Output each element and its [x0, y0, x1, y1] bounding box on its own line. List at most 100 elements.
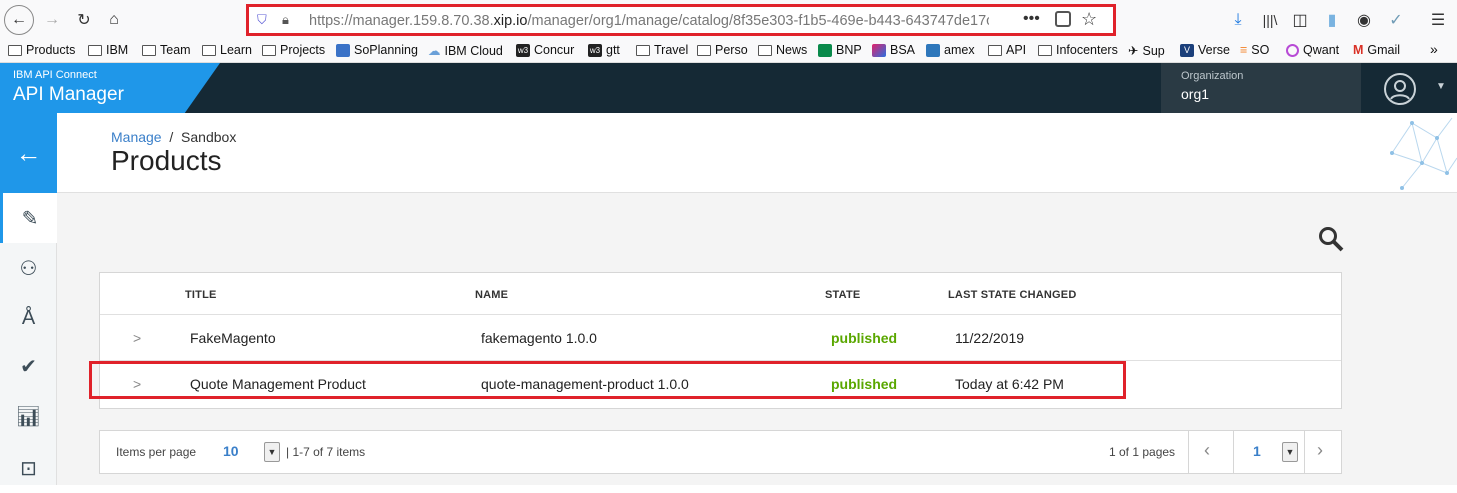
table-row[interactable]: > FakeMagento fakemagento 1.0.0 publishe… — [100, 314, 1341, 360]
folder-icon — [202, 44, 216, 56]
nav-resources-icon[interactable]: ⊡ — [0, 443, 57, 493]
items-per-page-label: Items per page — [116, 445, 197, 459]
nav-analytics-icon[interactable]: 📊︎ — [0, 391, 57, 441]
folder-icon — [142, 44, 156, 56]
bookmark-label: Travel — [654, 43, 689, 57]
bookmark-bsa[interactable]: BSA — [872, 43, 915, 57]
next-page-icon[interactable]: › — [1317, 440, 1323, 461]
chevron-right-icon[interactable]: > — [133, 330, 141, 346]
bookmark-amex[interactable]: amex — [926, 43, 975, 57]
reload-icon[interactable]: ↻ — [72, 8, 96, 32]
product-name: quote-management-product 1.0.0 — [481, 376, 689, 392]
chevron-down-icon[interactable]: ▼ — [1436, 81, 1446, 92]
column-header-name[interactable]: NAME — [475, 289, 508, 301]
product-name: fakemagento 1.0.0 — [481, 330, 597, 346]
items-per-page-value[interactable]: 10 — [223, 443, 239, 459]
bookmark-label: Perso — [715, 43, 748, 57]
bookmark-gmail[interactable]: M Gmail — [1353, 43, 1400, 57]
bookmark-label: API — [1006, 43, 1027, 57]
bookmarks-overflow-button[interactable]: » — [1430, 41, 1438, 57]
extension-v-icon[interactable]: ✓ — [1384, 8, 1408, 32]
lock-icon: 🔒︎ — [282, 12, 289, 27]
bookmark-label: gtt — [606, 43, 620, 57]
current-page-value[interactable]: 1 — [1253, 443, 1261, 459]
bookmark-travel[interactable]: Travel — [636, 43, 688, 57]
nav-tasks-icon[interactable]: ✔ — [0, 341, 57, 391]
chevron-right-icon[interactable]: > — [133, 376, 141, 392]
bookmark-label: Infocenters — [1056, 43, 1118, 57]
user-menu[interactable]: ▼ — [1366, 63, 1457, 113]
column-header-last-state-changed[interactable]: LAST STATE CHANGED — [948, 289, 1076, 301]
verse-icon: V — [1180, 43, 1194, 57]
folder-icon — [988, 44, 1002, 56]
folder-icon — [8, 44, 22, 56]
gmail-icon: M — [1353, 43, 1364, 57]
url-bar[interactable]: ⛉ 🔒︎ https://manager.159.8.70.38.xip.io/… — [246, 4, 1116, 36]
folder-icon — [262, 44, 276, 56]
app-header: IBM API Connect API Manager Organization… — [0, 63, 1457, 113]
organization-value: org1 — [1181, 86, 1210, 102]
back-nav-button[interactable]: ← — [0, 113, 57, 193]
library-icon[interactable]: |||\ — [1258, 8, 1282, 32]
page-actions-icon[interactable]: ••• — [1023, 10, 1040, 28]
bookmark-projects[interactable]: Projects — [262, 43, 325, 57]
bookmark-products[interactable]: Products — [8, 43, 75, 57]
folder-icon — [88, 44, 102, 56]
pocket-icon[interactable] — [1055, 11, 1071, 27]
bookmark-learn[interactable]: Learn — [202, 43, 252, 57]
w3-icon: w3 — [588, 43, 602, 57]
column-header-state[interactable]: STATE — [825, 289, 860, 301]
bookmark-label: IBM — [106, 43, 129, 57]
bookmark-label: BSA — [890, 43, 916, 57]
search-icon[interactable] — [1317, 225, 1345, 253]
nav-develop-icon[interactable]: Å — [0, 293, 57, 343]
bookmark-so[interactable]: ≡ SO — [1240, 43, 1269, 57]
product-last-changed: Today at 6:42 PM — [955, 376, 1064, 392]
bookmark-label: Sup — [1142, 43, 1165, 58]
brand[interactable]: IBM API Connect API Manager — [0, 63, 220, 113]
bookmark-ibm-cloud[interactable]: ☁ IBM Cloud — [428, 43, 503, 59]
pages-text: 1 of 1 pages — [1109, 445, 1176, 459]
bookmark-perso[interactable]: Perso — [697, 43, 748, 57]
bookmark-api[interactable]: API — [988, 43, 1026, 57]
bookmark-verse[interactable]: V Verse — [1180, 43, 1230, 57]
nav-manage-icon[interactable]: ✎ — [0, 193, 57, 243]
bookmark-sup[interactable]: ✈ Sup — [1128, 43, 1165, 59]
folder-icon — [636, 44, 650, 56]
table-row[interactable]: > Quote Management Product quote-managem… — [100, 360, 1341, 406]
nav-community-icon[interactable]: ⚇ — [0, 243, 57, 293]
back-arrow-icon[interactable]: ← — [4, 5, 34, 35]
items-per-page-dropdown-icon[interactable]: ▼ — [264, 442, 280, 462]
home-icon[interactable]: ⌂ — [102, 8, 126, 32]
prev-page-icon[interactable]: ‹ — [1204, 440, 1210, 461]
menu-icon[interactable]: ☰ — [1426, 8, 1450, 32]
avatar-icon[interactable] — [1384, 73, 1416, 105]
bookmark-label: Projects — [280, 43, 326, 57]
sidebar-icon[interactable]: ◫ — [1288, 8, 1312, 32]
bookmark-bnp[interactable]: BNP — [818, 43, 862, 57]
forward-arrow-icon[interactable]: → — [40, 8, 64, 32]
download-icon[interactable]: ⤓ — [1226, 8, 1250, 32]
extension-icon[interactable]: ▮ — [1320, 8, 1344, 32]
page-dropdown-icon[interactable]: ▼ — [1282, 442, 1298, 462]
bookmark-team[interactable]: Team — [142, 43, 191, 57]
bookmark-qwant[interactable]: Qwant — [1286, 43, 1339, 57]
amex-icon — [926, 43, 940, 57]
star-icon[interactable]: ☆ — [1081, 9, 1097, 30]
bookmarks-bar: Products IBM Team Learn Projects SoPlann… — [0, 40, 1457, 63]
bookmark-label: Products — [26, 43, 76, 57]
bookmark-ibm[interactable]: IBM — [88, 43, 128, 57]
page-title: Products — [111, 145, 222, 176]
organization-selector[interactable]: Organization org1 — [1161, 63, 1361, 113]
url-text[interactable]: https://manager.159.8.70.38.xip.io/manag… — [309, 13, 989, 29]
column-header-title[interactable]: TITLE — [185, 289, 217, 301]
bookmark-concur[interactable]: w3 Concur — [516, 43, 574, 57]
bookmark-news[interactable]: News — [758, 43, 807, 57]
bookmark-infocenters[interactable]: Infocenters — [1038, 43, 1118, 57]
bookmark-label: amex — [944, 43, 975, 57]
breadcrumb-link-manage[interactable]: Manage — [111, 129, 162, 145]
account-icon[interactable]: ◉ — [1352, 8, 1376, 32]
bookmark-soplanning[interactable]: SoPlanning — [336, 43, 418, 57]
url-host-prefix: https://manager.159.8.70.38. — [309, 13, 494, 29]
bookmark-gtt[interactable]: w3 gtt — [588, 43, 620, 57]
